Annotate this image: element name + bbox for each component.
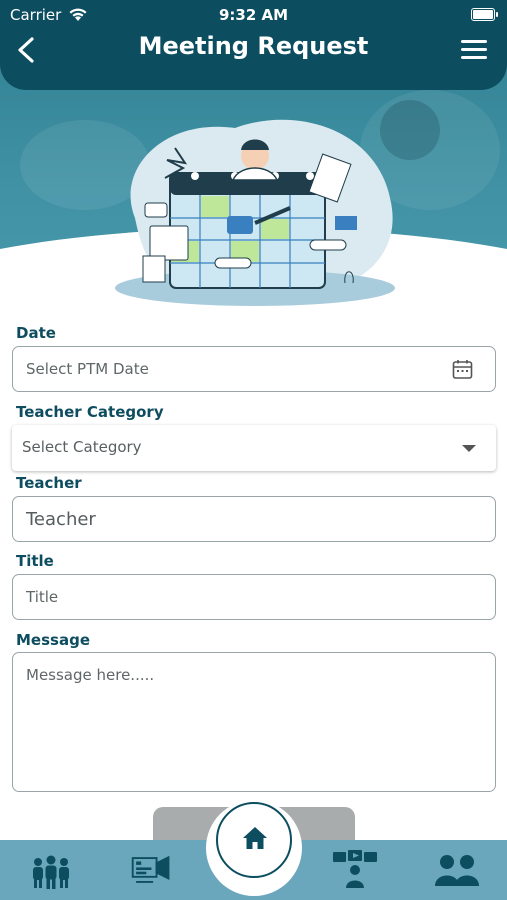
message-label: Message (16, 631, 90, 649)
calendar-illustration (115, 119, 395, 306)
title-placeholder: Title (26, 588, 59, 606)
clock: 9:32 AM (218, 6, 289, 24)
message-placeholder: Message here..... (26, 666, 155, 684)
app-bar: Carrier 9:32 AM Meeting Request (0, 0, 507, 90)
teacher-category-label: Teacher Category (16, 403, 164, 421)
title-field[interactable]: Title (12, 574, 496, 620)
hamburger-menu-icon[interactable] (461, 40, 487, 60)
battery-icon (471, 8, 498, 21)
chevron-down-icon (462, 445, 476, 452)
teacher-field[interactable]: Teacher (12, 496, 496, 542)
teacher-label: Teacher (16, 474, 82, 492)
date-label: Date (16, 324, 56, 342)
teacher-category-value: Select Category (22, 438, 142, 456)
page-title: Meeting Request (138, 32, 369, 60)
parent-teacher-icon[interactable] (434, 850, 480, 890)
teacher-category-dropdown[interactable]: Select Category (12, 425, 496, 471)
video-conference-icon[interactable] (332, 850, 378, 890)
announcement-icon[interactable] (131, 850, 177, 890)
date-field[interactable]: Select PTM Date (12, 346, 496, 392)
home-icon (243, 827, 267, 849)
group-icon[interactable] (28, 850, 74, 890)
message-textarea[interactable]: Message here..... (12, 652, 496, 792)
teacher-placeholder: Teacher (26, 509, 96, 530)
date-placeholder: Select PTM Date (26, 360, 149, 378)
home-button[interactable] (216, 802, 292, 878)
calendar-icon[interactable] (452, 359, 473, 380)
status-bar: Carrier 9:32 AM (0, 4, 507, 26)
title-label: Title (16, 552, 54, 570)
